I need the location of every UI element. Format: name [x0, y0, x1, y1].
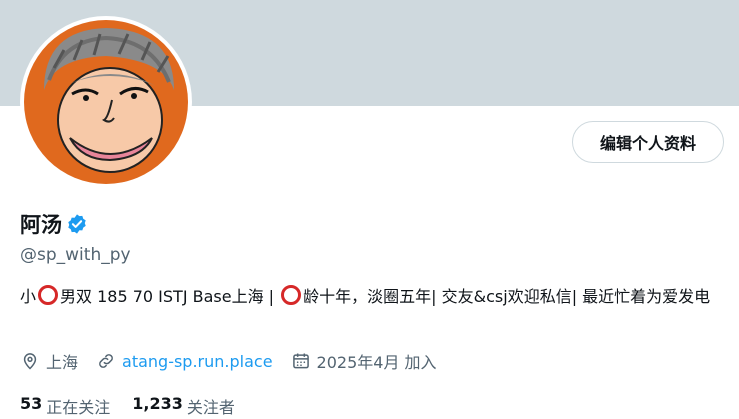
- edit-profile-button[interactable]: 编辑个人资料: [572, 121, 724, 163]
- followers-link[interactable]: 1,233 关注者: [132, 394, 235, 418]
- profile-website: atang-sp.run.place: [96, 351, 273, 371]
- verified-icon[interactable]: [66, 213, 88, 235]
- profile-meta: 上海 atang-sp.run.place 2025年4月 加入: [20, 349, 455, 373]
- red-circle-emoji-icon: [38, 285, 59, 305]
- avatar-image: [24, 20, 188, 184]
- follow-stats: 53 正在关注 1,233 关注者: [20, 394, 257, 418]
- avatar[interactable]: [20, 16, 192, 188]
- profile-handle: @sp_with_py: [20, 245, 131, 265]
- bio-text-2: 男双 185 70 ISTJ Base上海 |: [60, 287, 280, 306]
- red-circle-emoji-icon: [281, 285, 302, 305]
- profile-name-row: 阿汤: [20, 209, 88, 239]
- profile-location: 上海: [20, 349, 78, 373]
- followers-label: 关注者: [186, 398, 235, 417]
- bio-text-1: 小: [20, 287, 37, 306]
- website-link[interactable]: atang-sp.run.place: [122, 352, 273, 371]
- link-icon: [99, 354, 113, 368]
- profile-bio: 小 男双 185 70 ISTJ Base上海 | 龄十年，淡圈五年| 交友&cs…: [20, 285, 725, 309]
- bio-text-3: 龄十年，淡圈五年| 交友&csj欢迎私信| 最近忙着为爱发电: [303, 287, 711, 306]
- joined-text: 2025年4月 加入: [316, 353, 437, 372]
- calendar-icon: [292, 353, 309, 369]
- following-label: 正在关注: [46, 398, 111, 417]
- followers-count: 1,233: [132, 394, 183, 413]
- location-icon: [23, 353, 37, 370]
- location-text: 上海: [46, 353, 79, 372]
- following-link[interactable]: 53 正在关注: [20, 394, 110, 418]
- profile-joined: 2025年4月 加入: [291, 349, 437, 373]
- profile-name: 阿汤: [20, 213, 62, 237]
- following-count: 53: [20, 394, 43, 413]
